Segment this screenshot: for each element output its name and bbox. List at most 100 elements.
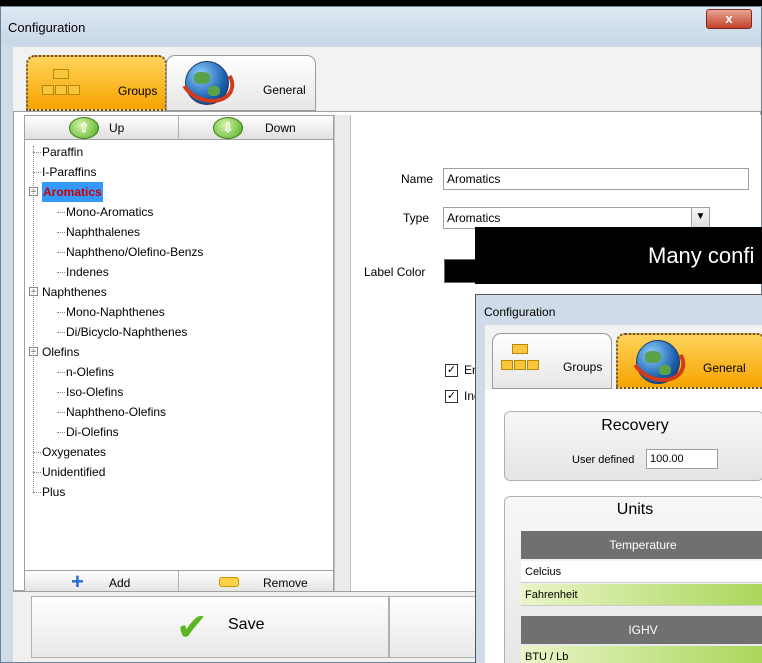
tree-node[interactable]: − Olefins <box>29 342 331 362</box>
tree-connector <box>33 152 41 153</box>
tree-node[interactable]: Paraffin <box>33 142 331 162</box>
remove-icon <box>219 577 239 587</box>
tree-node-label: Mono-Naphthenes <box>66 305 165 319</box>
group-tree: Paraffin I-Paraffins − Aromatics Mono-Aromat… <box>29 142 331 502</box>
tree-node-label: Naphtheno-Olefins <box>66 405 167 419</box>
tree-connector <box>57 372 65 373</box>
tab-groups-label: Groups <box>118 84 158 98</box>
refresh-arrow-icon <box>624 330 692 390</box>
user-defined-label: User defined <box>572 454 635 466</box>
recovery-panel: Recovery User defined 100.00 <box>504 411 762 481</box>
groups-icon <box>42 69 80 99</box>
inner-configuration-window: Configuration Groups General Recovery Us… <box>475 294 762 663</box>
tree-node[interactable]: n-Olefins <box>33 362 331 382</box>
up-arrow-icon: ⇧ <box>69 117 99 139</box>
units-title: Units <box>616 501 654 518</box>
tree-node[interactable]: Mono-Naphthenes <box>33 302 331 322</box>
label-color-swatch[interactable] <box>444 259 478 283</box>
name-label: Name <box>401 172 434 186</box>
down-arrow-icon: ⇩ <box>213 117 243 139</box>
ighv-option-btu-lb[interactable]: BTU / Lb <box>521 646 762 663</box>
up-button[interactable]: ⇧ Up <box>25 116 179 140</box>
include-checkbox[interactable]: ✓ <box>445 390 458 403</box>
inner-tab-general[interactable]: General <box>616 330 762 390</box>
tree-node[interactable]: Naphtheno/Olefino-Benzs <box>33 242 331 262</box>
down-button[interactable]: ⇩ Down <box>179 116 333 140</box>
tree-node[interactable]: Iso-Olefins <box>33 382 331 402</box>
tree-node[interactable]: Plus <box>33 482 331 502</box>
tree-node[interactable]: Naphthalenes <box>33 222 331 242</box>
tree-node[interactable]: Mono-Aromatics <box>33 202 331 222</box>
enable-checkbox[interactable]: ✓ <box>445 364 458 377</box>
tree-node-label: Oxygenates <box>42 445 107 459</box>
temperature-option-celcius[interactable]: Celcius <box>521 561 762 583</box>
tree-connector <box>57 332 65 333</box>
tree-connector <box>33 172 41 173</box>
tree-node[interactable]: − Naphthenes <box>29 282 331 302</box>
inner-tab-groups-label: Groups <box>563 360 603 374</box>
tree-connector <box>33 452 41 453</box>
inner-tab-groups[interactable]: Groups <box>492 333 612 389</box>
tree-connector <box>57 212 65 213</box>
tree-connector <box>57 432 65 433</box>
tree-connector <box>57 312 65 313</box>
tab-general[interactable]: General <box>166 51 316 111</box>
tree-node-label: Paraffin <box>42 145 84 159</box>
tree-node-label: Naphthenes <box>42 285 107 299</box>
user-defined-input[interactable]: 100.00 <box>646 449 718 469</box>
tree-connector <box>33 472 41 473</box>
tab-groups[interactable]: Groups <box>26 55 167 111</box>
remove-label: Remove <box>263 576 308 590</box>
type-label: Type <box>403 211 430 225</box>
tree-node-label: Indenes <box>66 265 109 279</box>
inner-window-body: Groups General Recovery User defined 100… <box>485 325 762 663</box>
tree-node-label: Mono-Aromatics <box>66 205 154 219</box>
tree-connector <box>57 232 65 233</box>
type-select-value: Aromatics <box>447 211 501 225</box>
tree-node[interactable]: I-Paraffins <box>33 162 331 182</box>
title-bar: Configuration x <box>1 7 761 45</box>
tree-node[interactable]: Naphtheno-Olefins <box>33 402 331 422</box>
tree-node-label: Di-Olefins <box>66 425 119 439</box>
checkmark-icon: ✔ <box>176 607 208 649</box>
general-content: Recovery User defined 100.00 Units Tempe… <box>485 389 762 663</box>
tree-node-label: Iso-Olefins <box>66 385 124 399</box>
tree-connector <box>57 412 65 413</box>
tree-node-label: n-Olefins <box>66 365 115 379</box>
save-label: Save <box>228 616 265 633</box>
up-label: Up <box>109 121 125 135</box>
close-button[interactable]: x <box>706 9 752 29</box>
tree-root-line <box>33 146 34 492</box>
tree-node[interactable]: Indenes <box>33 262 331 282</box>
tree-node[interactable]: Di-Olefins <box>33 422 331 442</box>
tree-node-label: Unidentified <box>42 465 106 479</box>
splitter[interactable] <box>334 115 351 592</box>
name-input[interactable]: Aromatics <box>443 168 749 190</box>
tree-node-label: Naphthalenes <box>66 225 141 239</box>
tree-connector <box>33 492 41 493</box>
tree-node-label: Naphtheno/Olefino-Benzs <box>66 245 204 259</box>
tree-connector <box>57 272 65 273</box>
groups-icon <box>501 344 539 374</box>
ighv-header: IGHV <box>521 616 762 644</box>
type-select[interactable]: Aromatics ▼ <box>443 207 710 229</box>
down-label: Down <box>265 121 296 135</box>
tree-node[interactable]: − Aromatics <box>29 182 331 202</box>
chevron-down-icon[interactable]: ▼ <box>691 208 709 228</box>
tree-node-label: I-Paraffins <box>42 165 97 179</box>
tree-top-toolbar: ⇧ Up ⇩ Down <box>25 116 333 140</box>
save-button[interactable]: ✔ Save <box>31 596 389 658</box>
tree-node-label: Di/Bicyclo-Naphthenes <box>66 325 188 339</box>
tree-node[interactable]: Di/Bicyclo-Naphthenes <box>33 322 331 342</box>
tree-node[interactable]: Unidentified <box>33 462 331 482</box>
tree-node-label: Plus <box>42 485 66 499</box>
tree-connector <box>57 252 65 253</box>
temperature-option-fahrenheit[interactable]: Fahrenheit <box>521 584 762 606</box>
tab-general-label: General <box>263 83 306 97</box>
tree-node[interactable]: Oxygenates <box>33 442 331 462</box>
caption-banner: Many confi <box>475 227 762 284</box>
inner-window-title: Configuration <box>484 305 556 319</box>
group-tree-panel: ⇧ Up ⇩ Down Paraffin I-Paraffins − Aromatic… <box>24 115 334 595</box>
recovery-title: Recovery <box>601 417 669 434</box>
tree-node-label: Olefins <box>42 345 80 359</box>
